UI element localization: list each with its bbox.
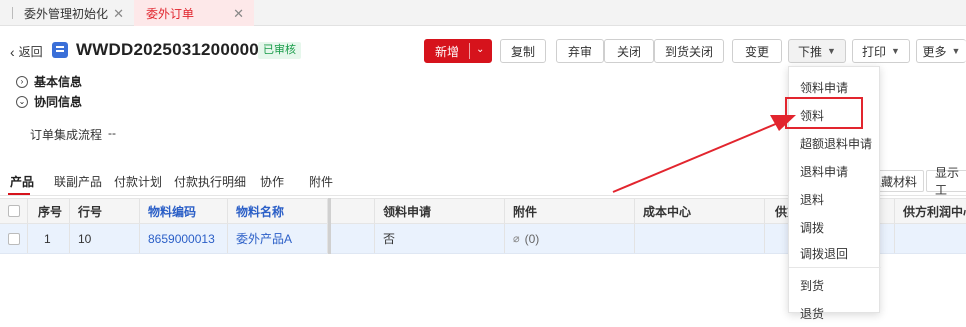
- header-pick-request: 领料申请: [375, 199, 505, 223]
- tab-outsource-order[interactable]: 委外订单 ✕: [134, 0, 254, 26]
- chevron-down-icon: ⌄: [16, 95, 28, 108]
- paperclip-icon: ⌀: [513, 233, 520, 245]
- button-divider: [469, 43, 470, 59]
- tab-payment-plan[interactable]: 付款计划: [114, 173, 162, 190]
- header-seq: 序号: [28, 199, 70, 223]
- highlight-box: [785, 97, 863, 129]
- more-label: 更多: [922, 44, 947, 59]
- menu-item-transfer[interactable]: 调拨: [789, 213, 881, 241]
- cell-supplier-profit-center[interactable]: [895, 224, 966, 253]
- back-button[interactable]: ‹ 返回: [10, 43, 43, 60]
- tab-separator: [12, 7, 13, 19]
- show-ops-button[interactable]: 显示工: [926, 166, 966, 197]
- cell-attachment[interactable]: ⌀ (0): [505, 224, 635, 253]
- chevron-down-icon: ▼: [891, 46, 900, 56]
- header-attachment: 附件: [505, 199, 635, 223]
- status-badge: 已审核: [258, 42, 301, 59]
- menu-item-excess-return-request[interactable]: 超额退料申请: [789, 129, 881, 157]
- copy-button[interactable]: 复制: [500, 39, 546, 63]
- close-icon[interactable]: ✕: [233, 6, 244, 22]
- chevron-left-icon: ‹: [10, 43, 15, 60]
- header-material-code[interactable]: 物料编码: [140, 199, 228, 223]
- page-title: WWDD20250312000002: [76, 40, 269, 59]
- arrival-close-button[interactable]: 到货关闭: [654, 39, 724, 63]
- flow-value: --: [108, 126, 116, 140]
- header-select-cell[interactable]: [0, 199, 28, 223]
- tab-product[interactable]: 产品: [10, 173, 34, 190]
- back-label: 返回: [18, 45, 43, 59]
- header-row-no: 行号: [70, 199, 140, 223]
- header-supplier-profit-center: 供方利润中心: [895, 199, 966, 223]
- select-all-checkbox[interactable]: [8, 205, 20, 217]
- header-blank: [331, 199, 375, 223]
- close-icon[interactable]: ✕: [113, 6, 124, 22]
- change-button[interactable]: 变更: [732, 39, 782, 63]
- menu-item-return[interactable]: 退料: [789, 185, 881, 213]
- cell-material-code[interactable]: 8659000013: [140, 224, 228, 253]
- cell-material-name[interactable]: 委外产品A: [228, 224, 328, 253]
- tab-byproduct[interactable]: 联副产品: [54, 173, 102, 190]
- cell-row-no: 10: [70, 224, 140, 253]
- attachment-count: (0): [524, 231, 540, 246]
- more-button[interactable]: 更多 ▼: [916, 39, 966, 63]
- header-cost-center: 成本中心: [635, 199, 765, 223]
- chevron-right-icon: ›: [16, 75, 28, 88]
- chevron-down-icon: ▼: [951, 46, 961, 56]
- cell-seq: 1: [28, 224, 70, 253]
- document-icon: [52, 42, 68, 58]
- active-tab-underline: [8, 193, 30, 195]
- close-order-button[interactable]: 关闭: [604, 39, 654, 63]
- tab-attachment[interactable]: 附件: [309, 173, 333, 190]
- cell-pick-request: 否: [375, 224, 505, 253]
- row-checkbox[interactable]: [8, 232, 20, 245]
- section-title: 协同信息: [34, 95, 83, 109]
- print-label: 打印: [862, 44, 887, 59]
- unaudit-button[interactable]: 弃审: [556, 39, 604, 63]
- menu-item-transfer-return[interactable]: 调拨退回: [789, 239, 881, 267]
- frozen-column-divider[interactable]: [328, 198, 331, 254]
- chevron-down-icon[interactable]: ⌄: [476, 44, 484, 55]
- cell-blank: [331, 224, 375, 253]
- document-tab-bar: 委外管理初始化 ✕ 委外订单 ✕: [0, 0, 966, 26]
- header-material-name[interactable]: 物料名称: [228, 199, 328, 223]
- section-basic-info[interactable]: › 基本信息: [16, 73, 82, 90]
- menu-item-arrival[interactable]: 到货: [789, 271, 881, 299]
- section-collab-info[interactable]: ⌄ 协同信息: [16, 93, 82, 110]
- menu-item-goods-return[interactable]: 退货: [789, 299, 881, 327]
- tab-label: 委外订单: [146, 6, 195, 21]
- print-button[interactable]: 打印 ▼: [852, 39, 910, 63]
- push-down-button[interactable]: 下推 ▼: [788, 39, 846, 63]
- row-select-cell[interactable]: [0, 224, 28, 253]
- menu-divider: [789, 267, 881, 268]
- tab-collaboration[interactable]: 协作: [260, 173, 284, 190]
- new-label: 新增: [435, 44, 460, 59]
- section-title: 基本信息: [34, 75, 83, 89]
- chevron-down-icon: ▼: [827, 46, 836, 56]
- new-button[interactable]: 新增 ⌄: [424, 39, 492, 63]
- tab-payment-detail[interactable]: 付款执行明细: [174, 173, 246, 190]
- cell-cost-center[interactable]: [635, 224, 765, 253]
- flow-label: 订单集成流程: [30, 128, 103, 142]
- tab-outsource-init[interactable]: 委外管理初始化 ✕: [0, 0, 134, 26]
- menu-item-return-request[interactable]: 退料申请: [789, 157, 881, 185]
- push-label: 下推: [798, 44, 823, 59]
- tab-label: 委外管理初始化: [24, 6, 109, 21]
